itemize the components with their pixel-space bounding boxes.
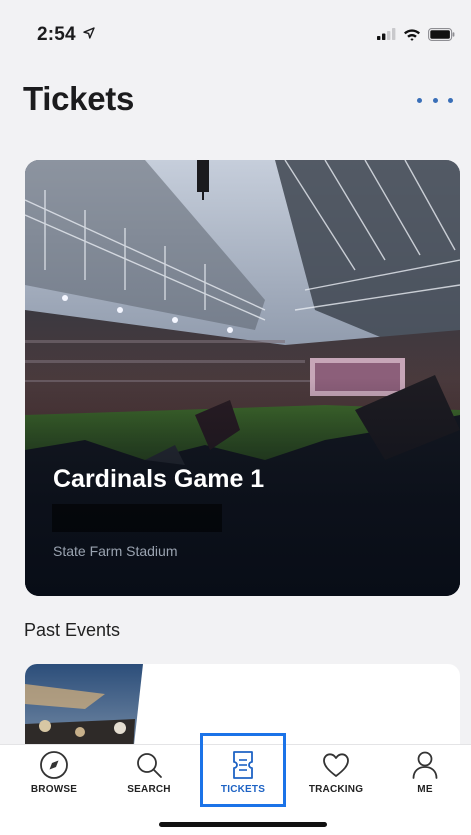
person-icon: [412, 751, 438, 779]
past-events-title: Past Events: [24, 620, 121, 640]
page-title: Tickets: [23, 80, 135, 117]
more-dots-icon: [448, 97, 453, 103]
tab-label: SEARCH: [127, 784, 171, 795]
status-time-text: 2:54: [37, 24, 76, 45]
more-dots-icon: [417, 97, 422, 103]
status-time: 2:54: [37, 24, 96, 46]
more-dots-icon: [432, 97, 438, 103]
compass-icon: [40, 751, 68, 779]
event-card[interactable]: Cardinals Game 1 State Farm Stadium: [25, 160, 460, 596]
wifi-icon: [404, 28, 420, 41]
cellular-signal-icon: [377, 28, 396, 40]
search-icon: [137, 753, 162, 778]
battery-icon: [428, 27, 455, 41]
tab-tracking[interactable]: TRACKING: [303, 745, 369, 807]
tab-label: TRACKING: [308, 784, 364, 795]
more-options-button[interactable]: [417, 92, 453, 108]
status-icons: [377, 26, 455, 42]
event-title: Cardinals Game 1: [53, 465, 265, 493]
status-bar: 2:54: [0, 0, 471, 62]
tab-selection-highlight: [200, 733, 286, 807]
heart-icon: [323, 753, 349, 777]
past-event-photo: [25, 664, 143, 754]
tab-search[interactable]: SEARCH: [120, 745, 178, 807]
tab-browse[interactable]: BROWSE: [24, 745, 84, 807]
tab-label: BROWSE: [30, 784, 78, 795]
home-indicator: [159, 822, 327, 827]
event-venue: State Farm Stadium: [53, 543, 178, 559]
tab-label: ME: [417, 784, 433, 795]
location-arrow-icon: [83, 27, 96, 39]
tab-me[interactable]: ME: [405, 745, 445, 807]
redacted-block: [52, 504, 222, 532]
